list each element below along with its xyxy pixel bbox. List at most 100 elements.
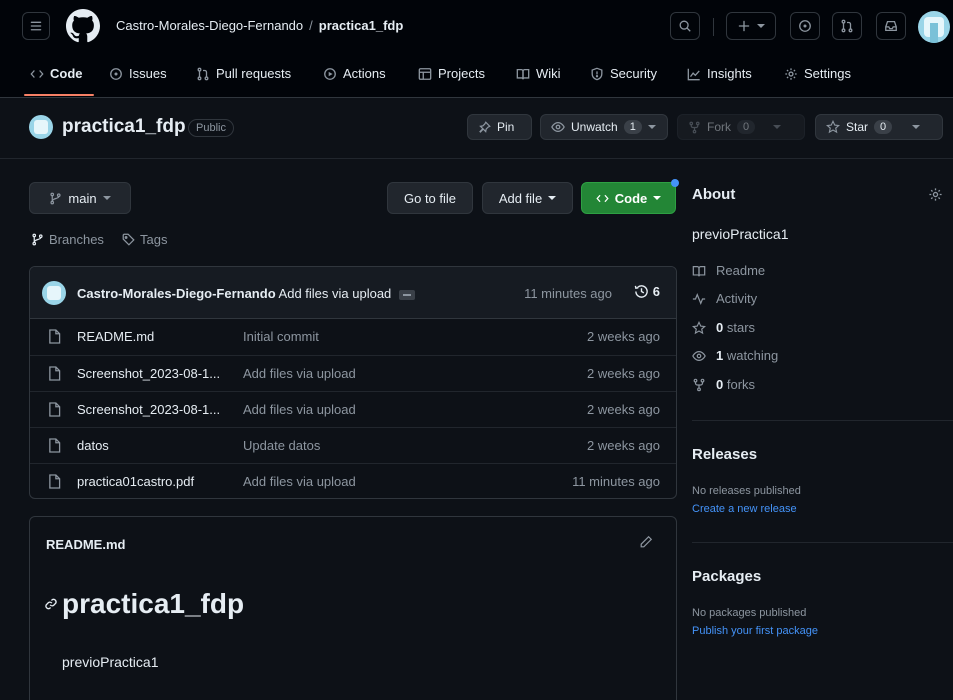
publish-package-link[interactable]: Publish your first package [692, 625, 818, 637]
branches-link[interactable]: Branches [31, 232, 104, 247]
eye-icon [551, 121, 565, 133]
tab-insights[interactable]: Insights [687, 66, 752, 81]
file-name[interactable]: Screenshot_2023-08-1... [77, 402, 220, 417]
file-name[interactable]: practica01castro.pdf [77, 474, 194, 489]
tab-actions[interactable]: Actions [323, 66, 386, 81]
star-count: 0 [874, 120, 893, 134]
menu-button[interactable] [22, 12, 50, 40]
tags-label: Tags [140, 232, 168, 247]
fork-button[interactable]: Fork 0 [677, 114, 805, 140]
search-icon [679, 20, 691, 32]
commit-author[interactable]: Castro-Morales-Diego-Fernando [77, 286, 276, 301]
commit-author-avatar[interactable] [42, 281, 66, 305]
forks-label: forks [726, 377, 756, 392]
readme-link[interactable]: Readme [692, 263, 765, 278]
file-row[interactable]: Screenshot_2023-08-1... Add files via up… [30, 355, 676, 391]
file-commit-message[interactable]: Add files via upload [243, 474, 356, 489]
forks-link[interactable]: 0 forks [692, 377, 755, 392]
code-dropdown-button[interactable]: Code [581, 182, 676, 214]
github-logo-icon[interactable] [66, 9, 100, 43]
branch-selector[interactable]: main [29, 182, 131, 214]
fork-label: Fork [707, 120, 731, 134]
tab-code[interactable]: Code [30, 66, 83, 81]
file-row[interactable]: datos Update datos 2 weeks ago [30, 427, 676, 463]
commit-time: 11 minutes ago [524, 286, 612, 301]
tab-security[interactable]: Security [590, 66, 657, 81]
issues-button[interactable] [790, 12, 820, 40]
unwatch-button[interactable]: Unwatch 1 [540, 114, 668, 140]
file-commit-message[interactable]: Add files via upload [243, 366, 356, 381]
file-date: 11 minutes ago [572, 474, 660, 489]
file-commit-message[interactable]: Initial commit [243, 329, 319, 344]
pin-icon [479, 120, 491, 133]
file-commit-message[interactable]: Update datos [243, 438, 320, 453]
inbox-button[interactable] [876, 12, 906, 40]
file-list: README.md Initial commit 2 weeks ago Scr… [30, 319, 676, 498]
breadcrumb: Castro-Morales-Diego-Fernando / practica1_… [116, 18, 403, 33]
eye-icon [692, 350, 706, 361]
add-file-button[interactable]: Add file [482, 182, 573, 214]
link-icon[interactable] [44, 597, 58, 611]
commit-message[interactable]: Add files via upload [279, 286, 392, 301]
create-new-button[interactable] [726, 12, 776, 40]
file-date: 2 weeks ago [587, 329, 660, 344]
tab-label: Issues [129, 66, 167, 81]
file-row[interactable]: Screenshot_2023-08-1... Add files via up… [30, 391, 676, 427]
go-to-file-button[interactable]: Go to file [387, 182, 473, 214]
create-release-link[interactable]: Create a new release [692, 503, 797, 515]
commit-history-link[interactable]: 6 [634, 284, 660, 299]
pull-requests-button[interactable] [832, 12, 862, 40]
breadcrumb-owner[interactable]: Castro-Morales-Diego-Fernando [116, 18, 303, 33]
about-settings-button[interactable] [928, 187, 943, 202]
file-browser: Castro-Morales-Diego-Fernando Add files … [29, 266, 677, 499]
file-row[interactable]: practica01castro.pdf Add files via uploa… [30, 463, 676, 498]
watching-link[interactable]: 1 watching [692, 348, 778, 363]
file-name[interactable]: README.md [77, 329, 154, 344]
activity-link[interactable]: Activity [692, 291, 757, 306]
star-button[interactable]: Star 0 [815, 114, 943, 140]
repo-title[interactable]: practica1_fdp [62, 116, 186, 138]
tag-icon [122, 233, 135, 246]
star-label: Star [846, 120, 869, 134]
breadcrumb-repo[interactable]: practica1_fdp [319, 18, 404, 33]
stars-count: 0 [716, 320, 724, 335]
pin-button[interactable]: Pin [467, 114, 532, 140]
add-file-label: Add file [498, 190, 543, 206]
avatar[interactable] [918, 11, 950, 43]
file-commit-message[interactable]: Add files via upload [243, 402, 356, 417]
tab-issues[interactable]: Issues [109, 66, 167, 81]
tags-link[interactable]: Tags [122, 232, 167, 247]
latest-commit-bar: Castro-Morales-Diego-Fernando Add files … [30, 267, 676, 319]
header-divider [713, 18, 714, 36]
branch-name: main [68, 190, 97, 206]
branch-icon [32, 233, 43, 246]
fork-icon [689, 121, 700, 133]
commit-summary: Castro-Morales-Diego-Fernando Add files … [77, 286, 415, 301]
tab-pull-requests[interactable]: Pull requests [196, 66, 291, 81]
tab-settings[interactable]: Settings [784, 66, 851, 81]
edit-readme-button[interactable] [639, 535, 653, 549]
stars-link[interactable]: 0 stars [692, 320, 755, 335]
readme-filename[interactable]: README.md [46, 537, 125, 552]
ellipsis-button[interactable] [398, 289, 415, 300]
book-icon [692, 265, 706, 276]
tab-label: Wiki [536, 66, 561, 81]
file-row[interactable]: README.md Initial commit 2 weeks ago [30, 319, 676, 355]
code-icon [30, 69, 44, 78]
go-to-file-label: Go to file [403, 190, 457, 206]
branches-label: Branches [49, 232, 104, 247]
packages-title[interactable]: Packages [692, 568, 761, 585]
sidebar-divider [692, 420, 953, 421]
releases-title[interactable]: Releases [692, 446, 757, 463]
about-description: previoPractica1 [692, 226, 789, 242]
file-icon [49, 438, 61, 453]
file-name[interactable]: datos [77, 438, 109, 453]
activity-label: Activity [716, 291, 758, 306]
search-button[interactable] [670, 12, 700, 40]
repo-avatar [29, 115, 53, 139]
file-date: 2 weeks ago [587, 402, 660, 417]
tab-wiki[interactable]: Wiki [516, 66, 561, 81]
tab-projects[interactable]: Projects [418, 66, 485, 81]
file-name[interactable]: Screenshot_2023-08-1... [77, 366, 220, 381]
visibility-badge: Public [188, 119, 234, 137]
